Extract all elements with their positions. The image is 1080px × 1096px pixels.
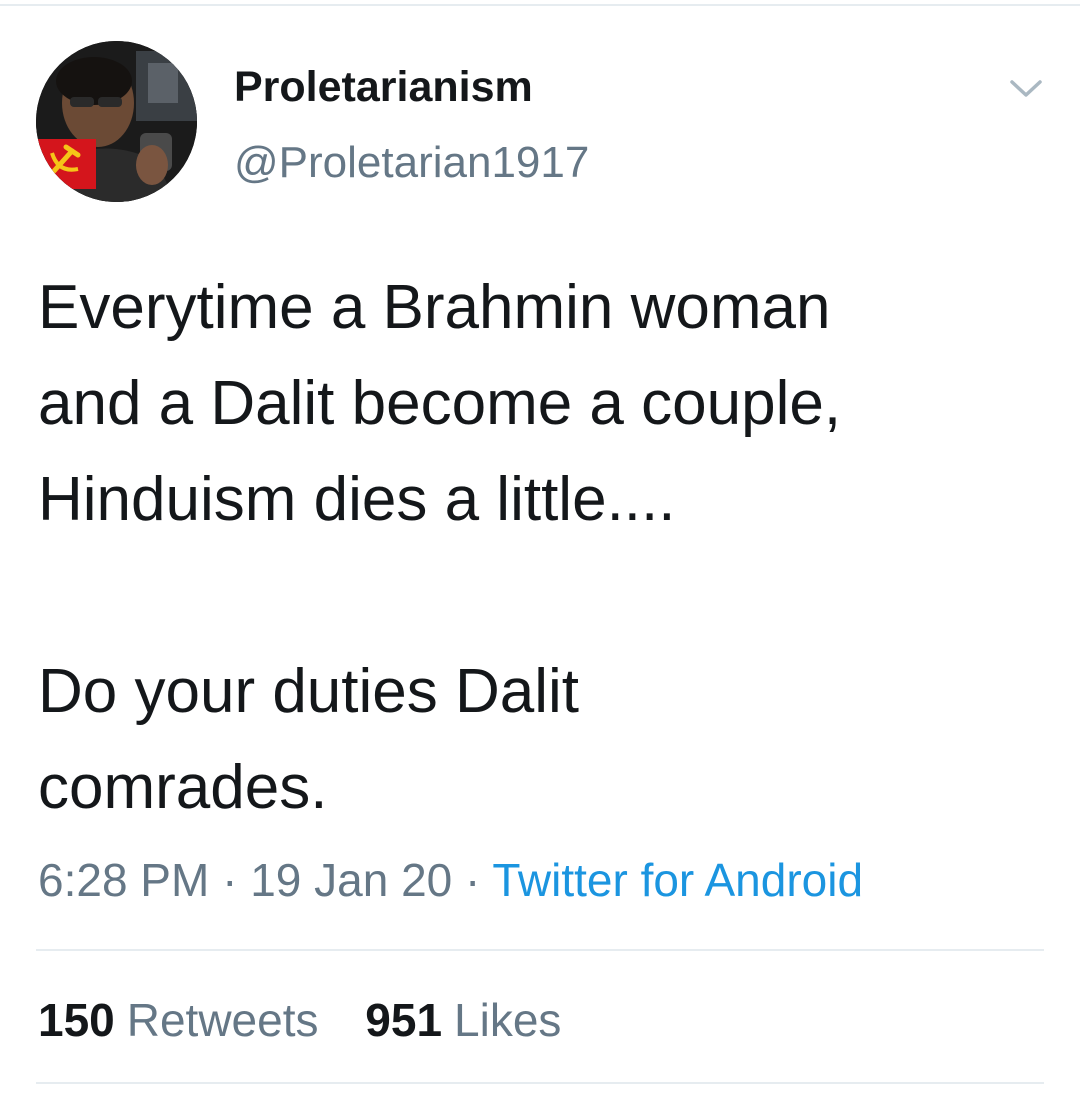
- retweets-label: Retweets: [126, 994, 319, 1046]
- tweet-text-line: and a Dalit become a couple,: [38, 369, 842, 438]
- divider: [36, 1082, 1044, 1084]
- tweet-text: Everytime a Brahmin woman and a Dalit be…: [38, 260, 1048, 836]
- tweet-text-line: Hinduism dies a little....: [38, 465, 676, 534]
- display-name[interactable]: Proletarianism: [234, 62, 533, 112]
- avatar-image: [36, 41, 197, 202]
- tweet-metadata: 6:28 PM · 19 Jan 20 · Twitter for Androi…: [38, 852, 863, 908]
- tweet-time[interactable]: 6:28 PM: [38, 854, 209, 906]
- divider: [36, 949, 1044, 951]
- retweets-count: 150: [38, 994, 115, 1046]
- tweet-date[interactable]: 19 Jan 20: [250, 854, 452, 906]
- tweet-text-line: comrades.: [38, 753, 328, 822]
- meta-separator: ·: [465, 854, 481, 906]
- likes-count: 951: [365, 994, 443, 1046]
- likes-label: Likes: [454, 994, 562, 1046]
- user-handle[interactable]: @Proletarian1917: [234, 137, 589, 189]
- tweet-text-line: Everytime a Brahmin woman: [38, 273, 831, 342]
- tweet-text-line: Do your duties Dalit: [38, 657, 580, 726]
- tweet-stats: 150 Retweets 951 Likes: [38, 992, 595, 1048]
- top-divider: [0, 4, 1080, 6]
- likes-stat[interactable]: 951 Likes: [365, 994, 561, 1046]
- tweet-source-link[interactable]: Twitter for Android: [492, 854, 863, 906]
- retweets-stat[interactable]: 150 Retweets: [38, 994, 319, 1046]
- avatar[interactable]: [36, 41, 197, 202]
- meta-separator: ·: [222, 854, 238, 906]
- chevron-down-icon[interactable]: [1006, 68, 1046, 108]
